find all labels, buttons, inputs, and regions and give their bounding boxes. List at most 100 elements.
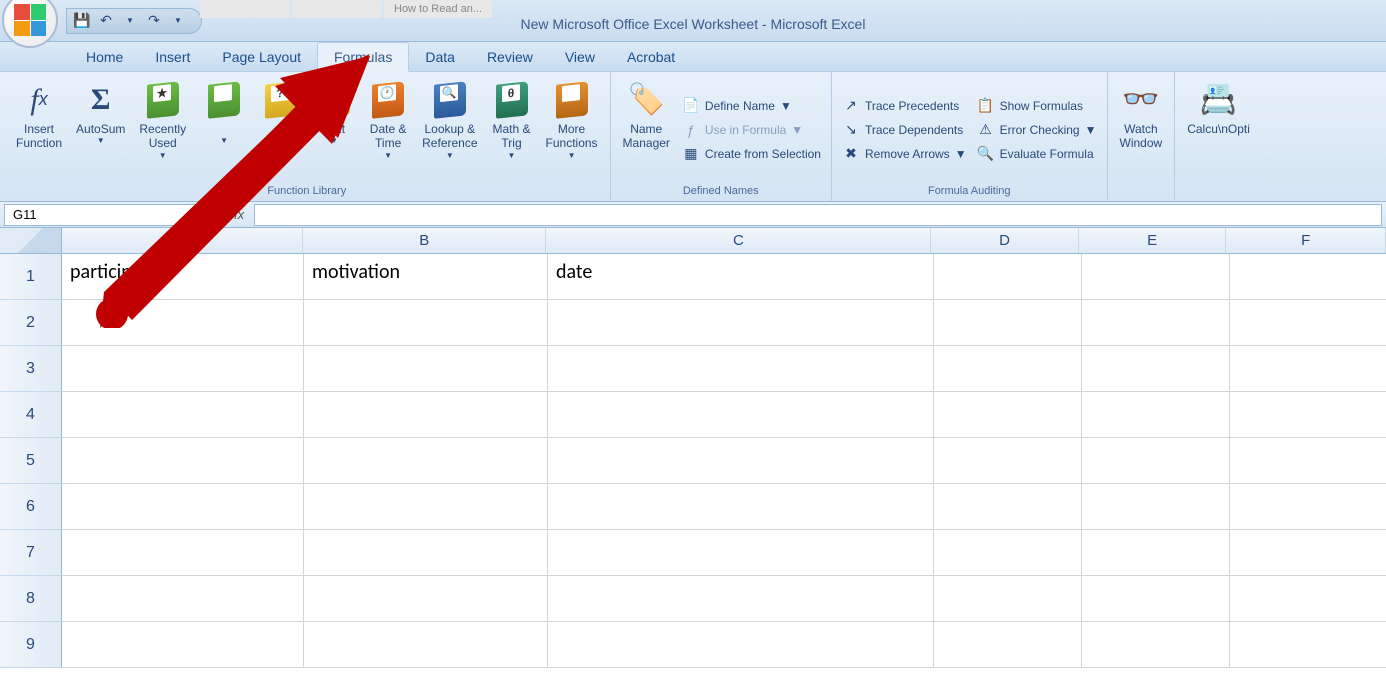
- cell-C6[interactable]: [548, 484, 934, 530]
- cells-area[interactable]: participansmotivationdate: [62, 254, 1386, 668]
- cell-B1[interactable]: motivation: [304, 254, 548, 300]
- show-formulas-button[interactable]: 📋Show Formulas: [973, 95, 1101, 117]
- name-box-dropdown[interactable]: ▼: [187, 210, 195, 219]
- cell-D4[interactable]: [934, 392, 1082, 438]
- recently-used-button[interactable]: ★ Recently Used▼: [133, 76, 192, 183]
- financial-button[interactable]: Financial▼: [194, 76, 254, 183]
- cell-A6[interactable]: [62, 484, 304, 530]
- define-name-button[interactable]: 📄Define Name ▼: [678, 95, 825, 117]
- col-header-c[interactable]: C: [546, 228, 931, 253]
- cell-A1[interactable]: participans: [62, 254, 304, 300]
- row-header-4[interactable]: 4: [0, 392, 62, 438]
- calculation-options-button[interactable]: 📇 Calcu\nOpti: [1181, 76, 1256, 183]
- cell-A7[interactable]: [62, 530, 304, 576]
- fx-icon[interactable]: fx: [234, 207, 244, 222]
- cell-A5[interactable]: [62, 438, 304, 484]
- cell-A9[interactable]: [62, 622, 304, 668]
- cell-F9[interactable]: [1230, 622, 1386, 668]
- undo-button[interactable]: ↶: [97, 12, 115, 30]
- col-header-b[interactable]: B: [303, 228, 546, 253]
- trace-precedents-button[interactable]: ↗Trace Precedents: [838, 95, 971, 117]
- cell-A3[interactable]: [62, 346, 304, 392]
- cell-D8[interactable]: [934, 576, 1082, 622]
- row-header-3[interactable]: 3: [0, 346, 62, 392]
- cell-C1[interactable]: date: [548, 254, 934, 300]
- col-header-f[interactable]: F: [1226, 228, 1386, 253]
- tab-home[interactable]: Home: [70, 43, 139, 71]
- cell-A4[interactable]: [62, 392, 304, 438]
- cell-B2[interactable]: [304, 300, 548, 346]
- tab-acrobat[interactable]: Acrobat: [611, 43, 691, 71]
- cell-B7[interactable]: [304, 530, 548, 576]
- row-header-9[interactable]: 9: [0, 622, 62, 668]
- lookup-reference-button[interactable]: 🔍 Lookup & Reference▼: [416, 76, 483, 183]
- redo-button[interactable]: ↷: [145, 12, 163, 30]
- name-manager-button[interactable]: 🏷️ Name Manager: [617, 76, 676, 183]
- cell-A2[interactable]: [62, 300, 304, 346]
- cell-B4[interactable]: [304, 392, 548, 438]
- cell-D3[interactable]: [934, 346, 1082, 392]
- tab-insert[interactable]: Insert: [139, 43, 206, 71]
- cell-C5[interactable]: [548, 438, 934, 484]
- undo-dropdown[interactable]: ▼: [121, 12, 139, 30]
- formula-input[interactable]: [254, 204, 1382, 226]
- cell-C4[interactable]: [548, 392, 934, 438]
- qat-customize[interactable]: ▼: [169, 12, 187, 30]
- select-all-corner[interactable]: [0, 228, 62, 253]
- cell-F5[interactable]: [1230, 438, 1386, 484]
- cell-E6[interactable]: [1082, 484, 1230, 530]
- row-header-1[interactable]: 1: [0, 254, 62, 300]
- use-in-formula-button[interactable]: ƒUse in Formula ▼: [678, 119, 825, 141]
- math-trig-button[interactable]: θ Math & Trig▼: [486, 76, 538, 183]
- logical-button[interactable]: ? Logical▼: [256, 76, 306, 183]
- cell-C7[interactable]: [548, 530, 934, 576]
- cell-D2[interactable]: [934, 300, 1082, 346]
- cell-E8[interactable]: [1082, 576, 1230, 622]
- trace-dependents-button[interactable]: ↘Trace Dependents: [838, 119, 971, 141]
- cell-D5[interactable]: [934, 438, 1082, 484]
- cell-B8[interactable]: [304, 576, 548, 622]
- name-box[interactable]: G11 ▼: [4, 204, 204, 226]
- date-time-button[interactable]: 🕐 Date & Time▼: [362, 76, 414, 183]
- col-header-a[interactable]: A: [62, 228, 303, 253]
- cell-E3[interactable]: [1082, 346, 1230, 392]
- cell-D9[interactable]: [934, 622, 1082, 668]
- tab-formulas[interactable]: Formulas: [317, 42, 409, 72]
- row-header-2[interactable]: 2: [0, 300, 62, 346]
- cell-B6[interactable]: [304, 484, 548, 530]
- row-header-5[interactable]: 5: [0, 438, 62, 484]
- cell-E7[interactable]: [1082, 530, 1230, 576]
- cell-C8[interactable]: [548, 576, 934, 622]
- more-functions-button[interactable]: More Functions▼: [540, 76, 604, 183]
- tab-data[interactable]: Data: [409, 43, 471, 71]
- cell-C3[interactable]: [548, 346, 934, 392]
- save-button[interactable]: 💾: [73, 12, 91, 30]
- col-header-e[interactable]: E: [1079, 228, 1227, 253]
- col-header-d[interactable]: D: [931, 228, 1079, 253]
- evaluate-formula-button[interactable]: 🔍Evaluate Formula: [973, 143, 1101, 165]
- office-button[interactable]: [2, 0, 58, 48]
- row-header-6[interactable]: 6: [0, 484, 62, 530]
- cell-D1[interactable]: [934, 254, 1082, 300]
- text-button[interactable]: A Text▼: [308, 76, 360, 183]
- cell-E5[interactable]: [1082, 438, 1230, 484]
- cell-F8[interactable]: [1230, 576, 1386, 622]
- create-from-selection-button[interactable]: ▦Create from Selection: [678, 143, 825, 165]
- cell-B3[interactable]: [304, 346, 548, 392]
- cell-A8[interactable]: [62, 576, 304, 622]
- cell-D7[interactable]: [934, 530, 1082, 576]
- cell-B5[interactable]: [304, 438, 548, 484]
- row-header-7[interactable]: 7: [0, 530, 62, 576]
- cell-E1[interactable]: [1082, 254, 1230, 300]
- cell-F4[interactable]: [1230, 392, 1386, 438]
- cell-F2[interactable]: [1230, 300, 1386, 346]
- error-checking-button[interactable]: ⚠Error Checking ▼: [973, 119, 1101, 141]
- cell-F6[interactable]: [1230, 484, 1386, 530]
- row-header-8[interactable]: 8: [0, 576, 62, 622]
- cell-F7[interactable]: [1230, 530, 1386, 576]
- cell-F1[interactable]: [1230, 254, 1386, 300]
- cell-F3[interactable]: [1230, 346, 1386, 392]
- tab-review[interactable]: Review: [471, 43, 549, 71]
- cell-E2[interactable]: [1082, 300, 1230, 346]
- cell-D6[interactable]: [934, 484, 1082, 530]
